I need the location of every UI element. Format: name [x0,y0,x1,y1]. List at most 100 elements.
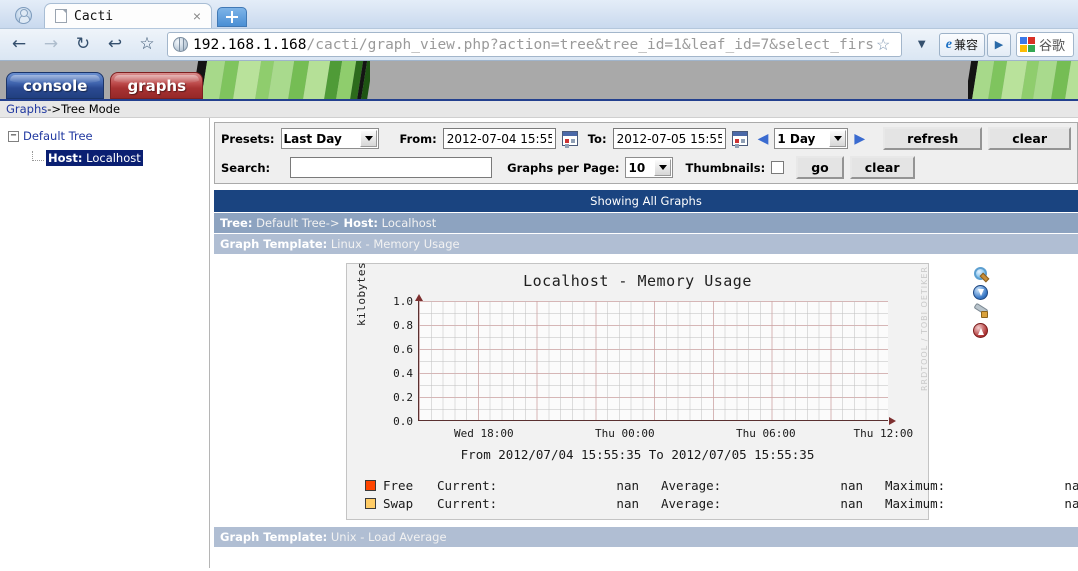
google-logo-icon [1020,36,1036,53]
url-path: /cacti/graph_view.php?action=tree&tree_i… [306,36,874,53]
legend-row: Swap Current: nan Average: nan Maximum: … [365,494,1078,512]
x-tick: Thu 12:00 [853,427,914,440]
graph-template-key: Graph Template: [220,237,328,251]
ie-compatibility-button[interactable]: e 兼容 [938,32,985,57]
legend-average-label: Average: [661,495,722,511]
thumbnails-label: Thumbnails: [685,160,766,175]
tree-root-label[interactable]: Default Tree [23,129,93,143]
address-bar[interactable]: 192.168.1.168/cacti/graph_view.php?actio… [167,32,902,57]
browser-tab-cacti[interactable]: Cacti × [44,3,212,28]
showing-all-graphs-header: Showing All Graphs [214,190,1078,212]
filter-row-dates: Presets: Last Day From: To: ◀ 1 Day [215,123,1077,154]
tree-path-value: Default Tree-> [252,216,340,230]
presets-value: Last Day [283,131,342,146]
page-favicon-icon [55,9,67,23]
reload-button[interactable]: ↻ [68,32,98,58]
url-text: 192.168.1.168/cacti/graph_view.php?actio… [193,37,874,53]
graph-template-key-2: Graph Template: [220,530,328,544]
tree-path-key: Tree: [220,216,253,230]
filter-row-search: Search: Graphs per Page: 10 Thumbnails: … [215,154,1077,183]
breadcrumb-graphs-link[interactable]: Graphs [6,102,47,116]
legend-current-label: Current: [437,495,498,511]
tree-node-default-tree[interactable]: − Default Tree [8,128,209,144]
calendar-icon-from[interactable] [561,131,578,146]
to-date-input[interactable] [612,128,726,149]
chevron-down-icon-perpage [654,159,672,176]
cacti-page: console graphs Graphs -> Tree Mode − Def… [0,61,1078,568]
graph-time-range: From 2012/07/04 15:55:35 To 2012/07/05 1… [460,447,815,462]
host-value: Localhost [378,216,437,230]
legend-swatch-free [365,479,376,491]
toolbar-dropdown-button[interactable]: ▼ [907,32,937,58]
ie-logo-icon: e [945,36,952,52]
user-profile-button[interactable] [4,2,42,28]
browser-navbar: ← → ↻ ↩ ☆ 192.168.1.168/cacti/graph_view… [0,28,1078,61]
star-icon[interactable]: ☆ [876,35,890,55]
legend-maximum-label: Maximum: [885,477,946,493]
graphs-per-page-label: Graphs per Page: [507,160,620,175]
from-label: From: [399,131,437,146]
url-host: 192.168.1.168 [193,36,307,53]
banner-stripes-right [968,61,1078,99]
rrdtool-watermark: RRDTOOL / TOBI OETIKER [920,266,929,392]
collapse-icon[interactable]: − [8,130,19,142]
go-button[interactable]: go [796,156,844,179]
google-search-label: 谷歌 [1039,38,1066,53]
tab-console[interactable]: console [6,72,105,99]
run-button[interactable]: ▶ [987,32,1011,57]
browser-chrome: Cacti × ← → ↻ ↩ ☆ 192.168.1.168/cacti/gr… [0,0,1078,61]
tree-selected-item[interactable]: Host: Localhost [46,150,143,166]
close-tab-icon[interactable]: × [189,9,205,23]
calendar-icon-to[interactable] [731,131,748,146]
banner-stripes-left [195,61,370,99]
clear-filter-button[interactable]: clear [849,156,915,179]
memory-usage-graph[interactable]: Localhost - Memory Usage kilobytes 1.0 0… [346,262,1078,520]
time-span-select[interactable]: 1 Day [774,128,849,149]
graph-container: Localhost - Memory Usage kilobytes 1.0 0… [214,255,1078,527]
previous-period-arrow[interactable]: ◀ [758,132,769,146]
home-button[interactable]: ↩ [100,32,130,58]
graph-template-header: Graph Template: Linux - Memory Usage [214,234,1078,255]
x-tick: Thu 00:00 [594,427,655,440]
legend-average-value: nan [840,477,863,493]
thumbnails-checkbox[interactable] [771,161,785,174]
breadcrumb: Graphs -> Tree Mode [0,101,1078,118]
graph-title: Localhost - Memory Usage [523,272,752,290]
tree-path-header: Tree: Default Tree-> Host: Localhost [214,212,1078,234]
graph-legend: Free Current: nan Average: nan Maximum: … [365,476,1078,512]
globe-icon [173,37,188,52]
legend-maximum-value: nan [1064,477,1078,493]
breadcrumb-current: Tree Mode [61,102,121,116]
graphs-per-page-select[interactable]: 10 [625,157,674,178]
search-input[interactable] [290,157,493,178]
time-span-value: 1 Day [777,131,816,146]
next-period-arrow[interactable]: ▶ [854,132,865,146]
back-button[interactable]: ← [4,32,34,58]
y-tick: 0.2 [393,391,413,404]
new-tab-button[interactable] [217,7,247,27]
plot-area [415,294,896,425]
clear-button[interactable]: clear [988,127,1071,150]
y-tick: 1.0 [393,295,413,308]
graph-template-value-2: Unix - Load Average [327,530,447,544]
download-graph-icon[interactable] [973,285,989,301]
graph-template-value: Linux - Memory Usage [327,237,460,251]
cacti-banner: console graphs [0,61,1078,101]
graph-properties-icon[interactable] [973,304,989,320]
page-top-icon[interactable] [973,323,989,339]
tab-graphs[interactable]: graphs [110,72,204,99]
graph-filter-panel: Presets: Last Day From: To: ◀ 1 Day [214,122,1078,184]
browser-tab-title: Cacti [74,8,114,24]
forward-button[interactable]: → [36,32,66,58]
refresh-button[interactable]: refresh [883,127,983,150]
google-search-box[interactable]: 谷歌 [1016,32,1074,57]
bookmark-button[interactable]: ☆ [132,32,162,58]
graphs-per-page-value: 10 [628,160,646,175]
user-avatar-icon [14,6,32,24]
zoom-graph-icon[interactable] [973,266,989,282]
presets-select[interactable]: Last Day [280,128,380,149]
from-date-input[interactable] [442,128,556,149]
to-label: To: [587,131,607,146]
ie-compatibility-label: 兼容 [953,38,978,52]
tree-node-host-localhost[interactable]: Host: Localhost [32,150,209,166]
